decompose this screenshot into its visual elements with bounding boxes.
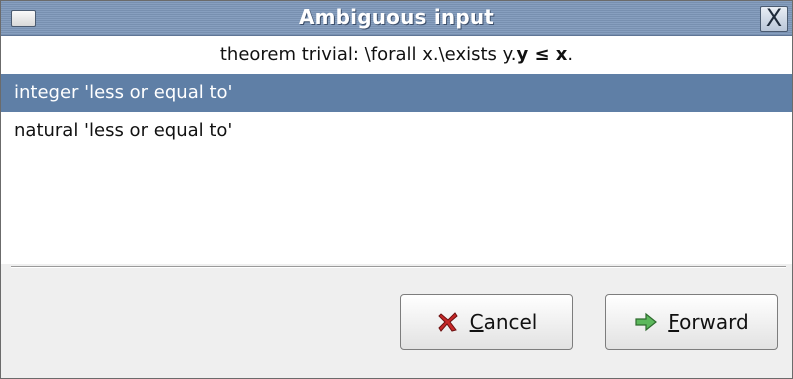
list-item-integer[interactable]: integer 'less or equal to'	[1, 74, 792, 112]
question-suffix: .	[567, 44, 574, 65]
forward-label: Forward	[668, 310, 749, 334]
ambiguous-input-dialog: Ambiguous input X theorem trivial: \fora…	[0, 0, 793, 379]
list-item-natural[interactable]: natural 'less or equal to'	[1, 112, 792, 150]
question-text: theorem trivial: \forall x.\exists y.y ≤…	[1, 36, 792, 74]
separator	[11, 266, 786, 268]
cancel-label: Cancel	[469, 310, 538, 334]
forward-button[interactable]: Forward	[605, 294, 778, 350]
cancel-button[interactable]: Cancel	[400, 294, 573, 350]
cancel-x-icon	[436, 310, 460, 334]
close-button[interactable]: X	[760, 6, 788, 32]
question-bold-expression: y ≤ x	[516, 44, 568, 65]
window-title: Ambiguous input	[298, 5, 495, 29]
forward-arrow-icon	[634, 310, 658, 334]
title-bar[interactable]: Ambiguous input X	[1, 1, 792, 36]
question-prefix: theorem trivial: \forall x.\exists y.	[219, 44, 517, 65]
choice-list[interactable]: integer 'less or equal to' natural 'less…	[1, 74, 792, 264]
